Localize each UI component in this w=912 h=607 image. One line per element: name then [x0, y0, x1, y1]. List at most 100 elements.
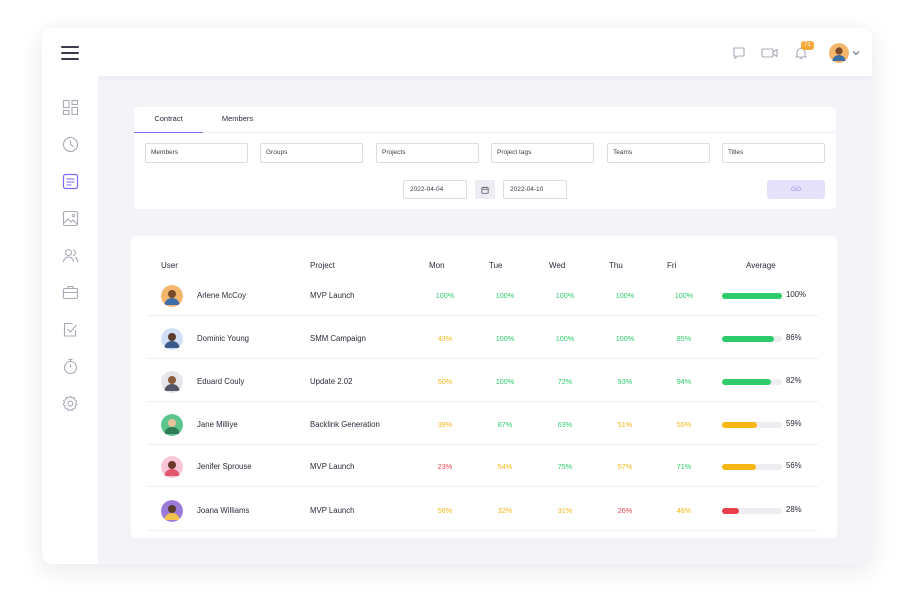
projects-filter[interactable]: Projects — [376, 143, 479, 163]
project-name: Update 2.02 — [310, 377, 353, 386]
end-date-input[interactable]: 2022-04-10 — [503, 180, 567, 199]
project-name: Backlink Generation — [310, 420, 380, 429]
people-icon[interactable] — [62, 247, 79, 264]
wed-value: 75% — [557, 462, 573, 471]
thu-value: 93% — [617, 377, 633, 386]
mon-value: 100% — [435, 291, 455, 300]
average-progress-bar — [722, 293, 782, 299]
table-row[interactable]: Dominic Young SMM Campaign 43% 100% 100% 100%… — [147, 319, 818, 359]
tue-value: 100% — [495, 291, 515, 300]
task-check-icon[interactable] — [62, 321, 79, 338]
average-progress-fill — [722, 464, 756, 470]
project-name: MVP Launch — [310, 462, 355, 471]
average-progress-bar — [722, 508, 782, 514]
app-window: 71 Contract Members Members Groups Proje… — [42, 28, 872, 564]
average-value: 82% — [786, 376, 802, 385]
average-progress-fill — [722, 508, 739, 514]
thu-value: 57% — [617, 462, 633, 471]
fri-value: 55% — [676, 420, 692, 429]
average-progress-fill — [722, 336, 774, 342]
dashboard-icon[interactable] — [62, 99, 79, 116]
user-name: Eduard Couly — [197, 377, 245, 386]
user-menu[interactable] — [829, 43, 860, 63]
header-project: Project — [310, 261, 335, 270]
titles-filter[interactable]: Titles — [722, 143, 825, 163]
average-progress-bar — [722, 464, 782, 470]
header-mon: Mon — [429, 261, 445, 270]
average-progress-fill — [722, 379, 772, 385]
user-name: Dominic Young — [197, 334, 250, 343]
user-name: Jane Milliye — [197, 420, 238, 429]
user-name: Joana Williams — [197, 506, 250, 515]
tue-value: 54% — [497, 462, 513, 471]
bell-icon[interactable]: 71 — [793, 41, 814, 61]
project-tags-filter[interactable]: Project tags — [491, 143, 594, 163]
table-row[interactable]: Jenifer Sprouse MVP Launch 23% 54% 75% 57% 71%… — [147, 447, 818, 487]
groups-filter[interactable]: Groups — [260, 143, 363, 163]
table-row[interactable]: Jane Milliye Backlink Generation 39% 87% 63%… — [147, 405, 818, 445]
thu-value: 51% — [617, 420, 633, 429]
fri-value: 85% — [676, 334, 692, 343]
wed-value: 100% — [555, 334, 575, 343]
mon-value: 43% — [437, 334, 453, 343]
wed-value: 100% — [555, 291, 575, 300]
average-progress-bar — [722, 379, 782, 385]
avatar — [161, 371, 183, 393]
tue-value: 32% — [497, 506, 513, 515]
top-actions: 71 — [731, 41, 860, 64]
avatar — [161, 285, 183, 307]
briefcase-icon[interactable] — [62, 284, 79, 301]
avatar — [161, 500, 183, 522]
wed-value: 72% — [557, 377, 573, 386]
avatar — [161, 328, 183, 350]
settings-icon[interactable] — [62, 395, 79, 412]
project-name: MVP Launch — [310, 506, 355, 515]
average-value: 86% — [786, 333, 802, 342]
hamburger-menu-icon[interactable] — [61, 46, 79, 60]
average-value: 100% — [786, 290, 806, 299]
notification-badge: 71 — [801, 41, 814, 50]
average-progress-fill — [722, 293, 782, 299]
header-fri: Fri — [667, 261, 677, 270]
start-date-input[interactable]: 2022-04-04 — [403, 180, 467, 199]
clock-icon[interactable] — [62, 136, 79, 153]
average-value: 59% — [786, 419, 802, 428]
thu-value: 100% — [615, 291, 635, 300]
table-row[interactable]: Arlene McCoy MVP Launch 100% 100% 100% 100% 10… — [147, 276, 818, 316]
wed-value: 63% — [557, 420, 573, 429]
members-filter[interactable]: Members — [145, 143, 248, 163]
image-icon[interactable] — [62, 210, 79, 227]
report-table-card: User Project Mon Tue Wed Thu Fri Average… — [131, 236, 837, 538]
table-row[interactable]: Joana Williams MVP Launch 56% 32% 31% 26% 48% 2… — [147, 491, 818, 531]
tab-contract[interactable]: Contract — [134, 107, 203, 133]
chat-icon[interactable] — [731, 45, 747, 61]
tue-value: 87% — [497, 420, 513, 429]
project-name: SMM Campaign — [310, 334, 366, 343]
video-icon[interactable] — [761, 45, 779, 61]
mon-value: 50% — [437, 377, 453, 386]
tab-bar: Contract Members — [134, 107, 272, 133]
average-value: 56% — [786, 461, 802, 470]
timesheet-icon[interactable] — [62, 173, 79, 190]
table-row[interactable]: Eduard Couly Update 2.02 50% 100% 72% 93% 94% 8… — [147, 362, 818, 402]
calendar-button[interactable] — [475, 180, 495, 199]
header-thu: Thu — [609, 261, 623, 270]
average-progress-fill — [722, 422, 758, 428]
go-button[interactable]: GO — [767, 180, 825, 199]
mon-value: 56% — [437, 506, 453, 515]
user-name: Jenifer Sprouse — [197, 462, 252, 471]
header-tue: Tue — [489, 261, 503, 270]
fri-value: 100% — [674, 291, 694, 300]
tab-members[interactable]: Members — [203, 107, 272, 133]
avatar — [161, 456, 183, 478]
fri-value: 48% — [676, 506, 692, 515]
thu-value: 100% — [615, 334, 635, 343]
mon-value: 39% — [437, 420, 453, 429]
teams-filter[interactable]: Teams — [607, 143, 710, 163]
thu-value: 26% — [617, 506, 633, 515]
sidebar — [42, 76, 98, 564]
mon-value: 23% — [437, 462, 453, 471]
calendar-icon — [481, 186, 489, 194]
stopwatch-icon[interactable] — [62, 358, 79, 375]
project-name: MVP Launch — [310, 291, 355, 300]
